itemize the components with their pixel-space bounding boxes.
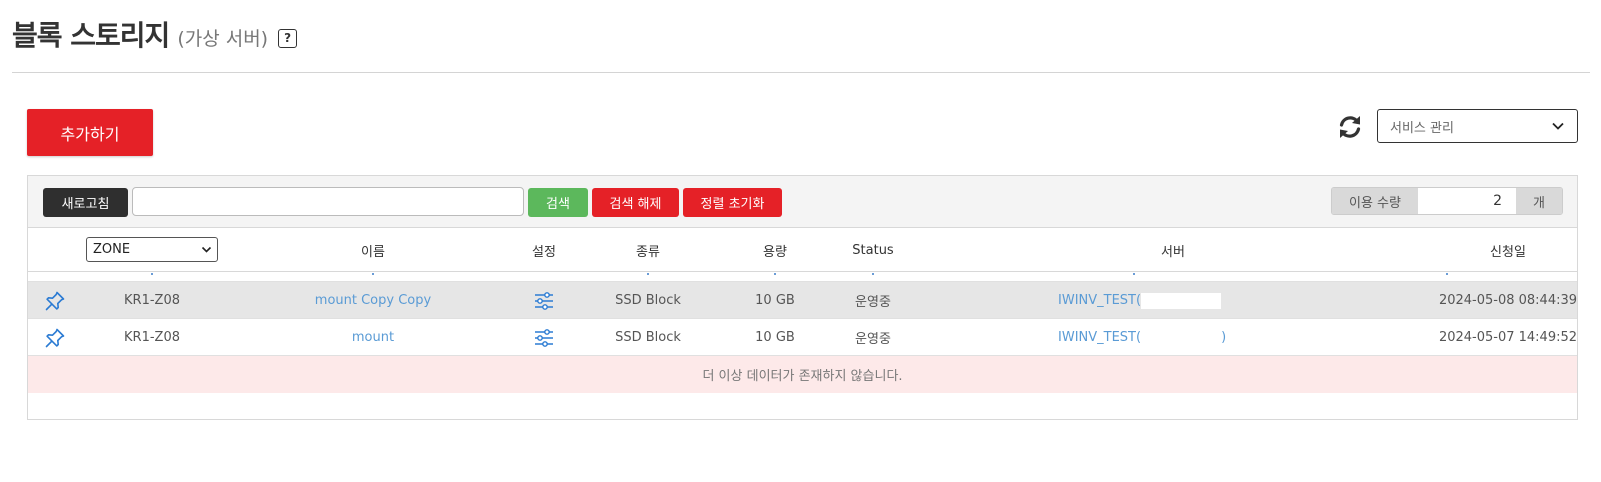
column-header-capacity[interactable]: 용량 — [735, 228, 815, 272]
page-subtitle: (가상 서버) — [177, 28, 269, 50]
row-server-cell: IWINV_TEST( — [1058, 282, 1258, 319]
toolbar: 새로고침 검색 검색 해제 정렬 초기화 이용 수량 2 개 — [28, 176, 1577, 228]
usage-label: 이용 수량 — [1332, 188, 1418, 214]
row-server-tail: ) — [1221, 330, 1227, 345]
service-select-value: 서비스 관리 — [1390, 120, 1454, 136]
column-header-requested[interactable]: 신청일 — [1433, 228, 1583, 272]
clear-search-button[interactable]: 검색 해제 — [592, 188, 679, 217]
table-header: ZONE 이름 설정 종류 용량 Status 서버 신청일 — [28, 228, 1577, 272]
service-manage-select[interactable]: 서비스 관리 — [1377, 109, 1578, 143]
row-server-link[interactable]: IWINV_TEST( — [1058, 330, 1141, 345]
page-header: 블록 스토리지 (가상 서버) ? — [12, 14, 298, 54]
row-status: 운영중 — [855, 295, 891, 310]
filter-marker — [151, 273, 153, 275]
search-input[interactable] — [132, 187, 524, 216]
title-divider — [12, 72, 1590, 73]
column-header-name[interactable]: 이름 — [273, 228, 473, 272]
table-row[interactable]: KR1-Z08 mount SSD Block 10 GB 운영중 IWINV_… — [28, 319, 1577, 356]
column-header-server[interactable]: 서버 — [1108, 228, 1238, 272]
storage-panel: 새로고침 검색 검색 해제 정렬 초기화 이용 수량 2 개 ZONE 이름 설… — [27, 175, 1578, 420]
refresh-button[interactable]: 새로고침 — [43, 188, 128, 217]
page-title: 블록 스토리지 — [12, 19, 170, 52]
zone-filter-select[interactable]: ZONE — [86, 237, 218, 262]
column-header-settings: 설정 — [532, 244, 556, 260]
search-button[interactable]: 검색 — [528, 188, 588, 217]
row-type: SSD Block — [615, 330, 681, 345]
row-requested: 2024-05-08 08:44:39 — [1438, 293, 1578, 308]
no-more-data-message: 더 이상 데이터가 존재하지 않습니다. — [28, 356, 1577, 393]
row-capacity: 10 GB — [755, 330, 795, 345]
filter-strip — [28, 272, 1577, 282]
row-settings-button[interactable] — [529, 319, 559, 356]
redaction-mask — [1141, 292, 1222, 309]
filter-marker — [774, 273, 776, 275]
pin-icon — [45, 328, 65, 347]
pin-button[interactable] — [40, 282, 70, 319]
filter-marker — [372, 273, 374, 275]
table-row[interactable]: KR1-Z08 mount Copy Copy SSD Block 10 GB … — [28, 282, 1577, 319]
settings-sliders-icon — [535, 291, 553, 310]
pin-icon — [45, 291, 65, 310]
filter-marker — [1446, 273, 1448, 275]
chevron-down-icon — [1552, 122, 1564, 130]
row-type: SSD Block — [615, 293, 681, 308]
row-capacity: 10 GB — [755, 293, 795, 308]
chevron-down-icon — [201, 246, 212, 253]
help-icon[interactable]: ? — [278, 28, 298, 48]
row-zone: KR1-Z08 — [124, 330, 180, 345]
row-requested: 2024-05-07 14:49:52 — [1438, 330, 1578, 345]
filter-marker — [647, 273, 649, 275]
pin-button[interactable] — [40, 319, 70, 356]
reset-sort-button[interactable]: 정렬 초기화 — [683, 188, 782, 217]
row-name-link[interactable]: mount Copy Copy — [273, 282, 473, 319]
row-server-cell: IWINV_TEST() — [1058, 319, 1258, 356]
filter-marker — [872, 273, 874, 275]
usage-count: 이용 수량 2 개 — [1331, 187, 1563, 215]
zone-filter-value: ZONE — [93, 242, 131, 257]
column-header-type[interactable]: 종류 — [608, 228, 688, 272]
settings-sliders-icon — [535, 328, 553, 347]
row-settings-button[interactable] — [529, 282, 559, 319]
usage-value: 2 — [1418, 188, 1516, 214]
row-status: 운영중 — [855, 332, 891, 347]
add-button[interactable]: 추가하기 — [27, 109, 153, 156]
column-header-status[interactable]: Status — [828, 228, 918, 272]
redaction-mask — [1141, 329, 1222, 346]
usage-unit: 개 — [1516, 188, 1562, 214]
refresh-icon[interactable] — [1336, 113, 1364, 141]
filter-marker — [1133, 273, 1135, 275]
row-server-link[interactable]: IWINV_TEST( — [1058, 293, 1141, 308]
row-name-link[interactable]: mount — [273, 319, 473, 356]
row-zone: KR1-Z08 — [124, 293, 180, 308]
